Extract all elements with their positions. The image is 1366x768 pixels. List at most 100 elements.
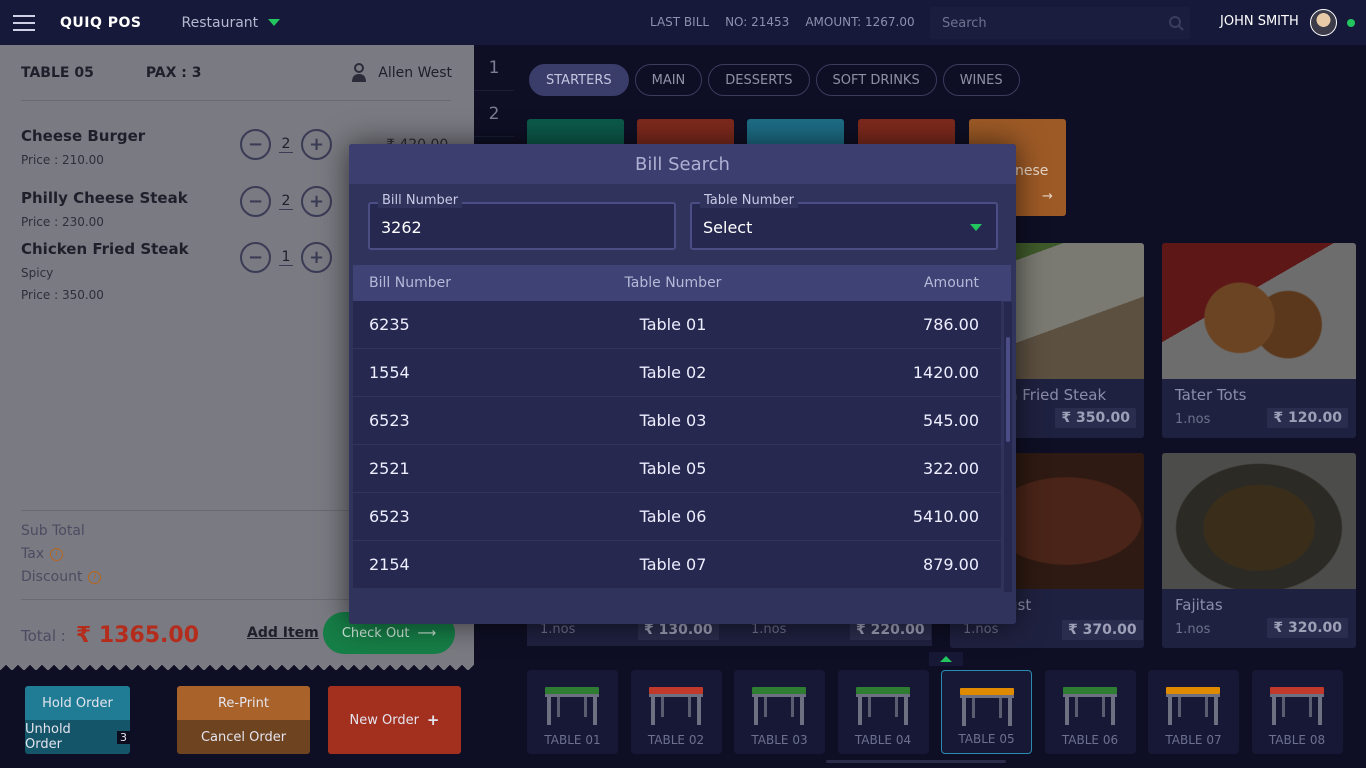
table-tile[interactable]: TABLE 05 bbox=[941, 670, 1032, 754]
table-number-cell: Table 06 bbox=[639, 507, 707, 526]
quantity-stepper[interactable]: − 1 + bbox=[240, 242, 332, 273]
quantity-stepper[interactable]: − 2 + bbox=[240, 186, 332, 217]
bill-number-value: 3262 bbox=[381, 218, 422, 237]
tab-desserts[interactable]: DESSERTS bbox=[708, 64, 810, 96]
table-label: TABLE 03 bbox=[751, 733, 808, 747]
tile-label: nese bbox=[1015, 163, 1049, 179]
bill-number-cell: 2521 bbox=[369, 459, 410, 478]
table-icon bbox=[545, 687, 599, 725]
subtotal-label: Sub Total bbox=[21, 523, 85, 539]
discount-row: Discount i bbox=[21, 569, 102, 585]
table-row[interactable]: 1554 Table 02 1420.00 bbox=[353, 349, 1001, 397]
outlet-selector[interactable]: Restaurant bbox=[182, 15, 281, 31]
menu-icon[interactable] bbox=[0, 0, 48, 45]
food-image bbox=[1162, 453, 1356, 589]
food-name: Tater Tots bbox=[1175, 386, 1247, 404]
receipt-edge bbox=[0, 660, 474, 670]
amount-cell: 5410.00 bbox=[912, 507, 979, 526]
waiter: Allen West bbox=[350, 63, 452, 83]
bill-number-cell: 2154 bbox=[369, 555, 410, 574]
table-tile[interactable]: TABLE 01 bbox=[527, 670, 618, 754]
table-label: TABLE 07 bbox=[1165, 733, 1222, 747]
plus-icon[interactable]: + bbox=[301, 186, 332, 217]
seat-number[interactable]: 2 bbox=[474, 91, 514, 137]
quantity-stepper[interactable]: − 2 + bbox=[240, 129, 332, 160]
waiter-icon bbox=[352, 63, 367, 82]
table-row[interactable]: 6235 Table 01 786.00 bbox=[353, 301, 1001, 349]
table-tile[interactable]: TABLE 04 bbox=[837, 670, 929, 754]
info-icon[interactable]: i bbox=[50, 547, 64, 561]
unhold-order-button[interactable]: Unhold Order 3 bbox=[25, 720, 130, 754]
seat-number[interactable]: 1 bbox=[474, 45, 514, 91]
avatar[interactable] bbox=[1310, 9, 1337, 36]
food-card[interactable]: Tater Tots 1.nos ₹ 120.00 bbox=[1162, 243, 1356, 438]
plus-icon[interactable]: + bbox=[301, 242, 332, 273]
cancel-order-button[interactable]: Cancel Order bbox=[177, 720, 310, 754]
quantity-value: 2 bbox=[279, 193, 293, 210]
table-label: TABLE 02 bbox=[647, 733, 705, 747]
minus-icon[interactable]: − bbox=[240, 129, 271, 160]
food-price: ₹ 350.00 bbox=[1055, 408, 1136, 428]
info-icon[interactable]: i bbox=[88, 570, 102, 584]
table-tile[interactable]: TABLE 08 bbox=[1251, 670, 1343, 754]
table-number-select[interactable]: Table Number Select bbox=[690, 193, 998, 250]
table-label: TABLE 01 bbox=[544, 733, 601, 747]
bill-number-cell: 6235 bbox=[369, 315, 410, 334]
hold-order-button[interactable]: Hold Order bbox=[25, 686, 130, 720]
tax-row: Tax i bbox=[21, 546, 64, 562]
table-row[interactable]: 6523 Table 06 5410.00 bbox=[353, 493, 1001, 541]
plus-icon[interactable]: + bbox=[301, 129, 332, 160]
table-row[interactable]: 2154 Table 07 879.00 bbox=[353, 541, 1001, 589]
add-item-link[interactable]: Add Item bbox=[247, 625, 319, 641]
table-icon bbox=[752, 687, 806, 725]
table-tile[interactable]: TABLE 03 bbox=[734, 670, 825, 754]
table-number-cell: Table 03 bbox=[639, 411, 707, 430]
table-label: TABLE 06 bbox=[1061, 733, 1119, 747]
table-icon bbox=[1166, 687, 1220, 725]
chevron-up-icon[interactable] bbox=[929, 652, 963, 666]
last-bill-number: NO: 21453 bbox=[725, 15, 790, 29]
search-icon bbox=[1169, 16, 1184, 31]
food-card[interactable]: Fajitas 1.nos ₹ 320.00 bbox=[1162, 453, 1356, 648]
bill-number-cell: 6523 bbox=[369, 411, 410, 430]
tax-label: Tax bbox=[21, 546, 45, 562]
last-bill-amount: AMOUNT: 1267.00 bbox=[805, 15, 915, 29]
minus-icon[interactable]: − bbox=[240, 242, 271, 273]
table-label: TABLE 08 bbox=[1268, 733, 1326, 747]
table-tile[interactable]: TABLE 06 bbox=[1044, 670, 1136, 754]
table-number-cell: Table 01 bbox=[639, 315, 707, 334]
new-order-button[interactable]: New Order + bbox=[328, 686, 461, 754]
table-number-label: Table Number bbox=[700, 193, 798, 208]
table-row[interactable]: 2521 Table 05 322.00 bbox=[353, 445, 1001, 493]
tab-main[interactable]: MAIN bbox=[634, 64, 703, 96]
table-row[interactable]: 6523 Table 03 545.00 bbox=[353, 397, 1001, 445]
table-tile[interactable]: TABLE 07 bbox=[1148, 670, 1239, 754]
reprint-label: Re-Print bbox=[217, 695, 270, 711]
search-input[interactable]: Search bbox=[930, 7, 1190, 39]
scroll-thumb[interactable] bbox=[1006, 337, 1010, 442]
tab-wines[interactable]: WINES bbox=[942, 64, 1020, 96]
horizontal-scrollbar[interactable] bbox=[826, 760, 1006, 763]
outlet-label: Restaurant bbox=[181, 14, 259, 31]
food-qty: 1.nos bbox=[1175, 412, 1211, 427]
bill-number-label: Bill Number bbox=[378, 193, 463, 208]
user-name[interactable]: JOHN SMITH bbox=[1220, 14, 1299, 29]
table-selector: TABLE 01 TABLE 02 TABLE 03 TABLE 04 TABLE 05… bbox=[527, 670, 1357, 754]
quantity-value: 2 bbox=[279, 136, 293, 153]
minus-icon[interactable]: − bbox=[240, 186, 271, 217]
reprint-button[interactable]: Re-Print bbox=[177, 686, 310, 720]
table-tile[interactable]: TABLE 02 bbox=[630, 670, 722, 754]
amount-cell: 322.00 bbox=[923, 459, 979, 478]
tab-starters[interactable]: STARTERS bbox=[529, 64, 629, 96]
table-number-cell: Table 02 bbox=[639, 363, 707, 382]
action-buttons: Hold Order Unhold Order 3 Re-Print Cancel… bbox=[0, 675, 474, 768]
chevron-down-icon bbox=[268, 19, 281, 26]
category-tabs: STARTERS MAIN DESSERTS SOFT DRINKS WINES bbox=[529, 64, 1020, 96]
vertical-scrollbar[interactable] bbox=[1004, 302, 1012, 592]
amount-cell: 545.00 bbox=[923, 411, 979, 430]
table-number-value: Select bbox=[703, 218, 753, 237]
tab-soft-drinks[interactable]: SOFT DRINKS bbox=[815, 64, 937, 96]
table-number-cell: Table 05 bbox=[639, 459, 707, 478]
bill-number-field[interactable]: Bill Number 3262 bbox=[368, 193, 676, 250]
results-header: Bill Number Table Number Amount bbox=[353, 265, 1011, 301]
